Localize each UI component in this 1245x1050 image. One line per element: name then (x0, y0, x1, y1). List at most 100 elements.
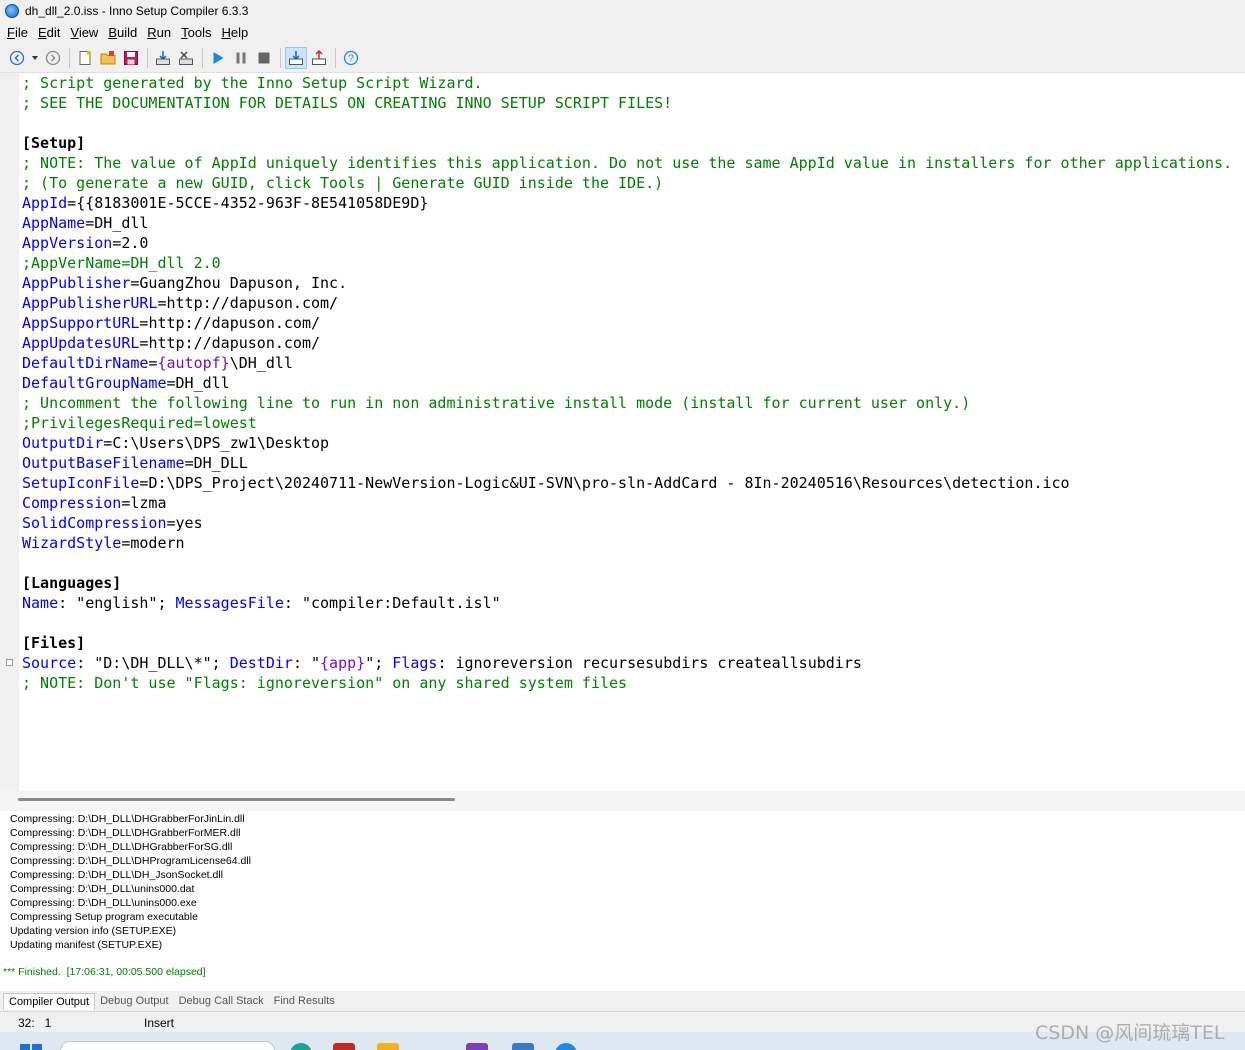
forward-icon[interactable] (42, 47, 64, 69)
fold-marker-icon[interactable] (6, 659, 13, 666)
taskbar-app-icon[interactable] (333, 1043, 355, 1050)
menu-view[interactable]: View (65, 25, 103, 40)
code-line[interactable]: ;AppVerName=DH_dll 2.0 (22, 253, 1232, 273)
code-line[interactable]: DefaultGroupName=DH_dll (22, 373, 1232, 393)
tab-compiler-output[interactable]: Compiler Output (3, 992, 96, 1010)
tab-debug-call-stack[interactable]: Debug Call Stack (174, 993, 269, 1009)
pause-icon[interactable] (230, 47, 252, 69)
code-line[interactable]: [Files] (22, 633, 1232, 653)
output-line: Compressing: D:\DH_DLL\unins000.dat (10, 883, 195, 895)
code-line[interactable]: [Setup] (22, 133, 1232, 153)
code-line[interactable]: ; NOTE: Don't use "Flags: ignoreversion"… (22, 673, 1232, 693)
code-line[interactable]: WizardStyle=modern (22, 533, 1232, 553)
code-token-cmt: ;AppVerName=DH_dll 2.0 (22, 254, 221, 272)
window-title: dh_dll_2.0.iss - Inno Setup Compiler 6.3… (25, 4, 249, 18)
code-line[interactable]: SolidCompression=yes (22, 513, 1232, 533)
stop-compile-icon[interactable] (175, 47, 197, 69)
code-token-key: Flags (392, 654, 438, 672)
code-line[interactable] (22, 553, 1232, 573)
code-token-eq: = (103, 434, 113, 452)
open-folder-icon[interactable] (97, 47, 119, 69)
save-icon[interactable] (120, 47, 142, 69)
code-token-val: "english" (76, 594, 158, 612)
code-token-key: SolidCompression (22, 514, 167, 532)
code-line[interactable]: OutputDir=C:\Users\DPS_zw1\Desktop (22, 433, 1232, 453)
tab-debug-output[interactable]: Debug Output (95, 993, 174, 1009)
target-setup-icon[interactable] (285, 46, 307, 69)
code-token-sec: [Setup] (22, 134, 86, 152)
taskbar-app-icon[interactable] (466, 1043, 488, 1050)
code-line[interactable]: ; SEE THE DOCUMENTATION FOR DETAILS ON C… (22, 93, 1232, 113)
code-token-const: {autopf} (157, 354, 230, 372)
code-line[interactable]: AppId={{8183001E-5CCE-4352-963F-8E541058… (22, 193, 1232, 213)
code-line[interactable]: AppSupportURL=http://dapuson.com/ (22, 313, 1232, 333)
code-lines[interactable]: ; Script generated by the Inno Setup Scr… (22, 73, 1232, 693)
stop-icon[interactable] (253, 47, 275, 69)
code-token-val: 2.0 (121, 234, 149, 252)
toolbar-separator (202, 47, 203, 68)
code-line[interactable]: Compression=lzma (22, 493, 1232, 513)
tab-find-results[interactable]: Find Results (269, 993, 340, 1009)
dropdown-icon[interactable] (29, 47, 41, 69)
code-line[interactable]: ; Script generated by the Inno Setup Scr… (22, 73, 1232, 93)
code-line[interactable] (22, 113, 1232, 133)
code-token-eq: ; (211, 654, 230, 672)
code-token-val: "D:\DH_DLL\*" (94, 654, 212, 672)
code-token-val: http://dapuson.com/ (166, 294, 339, 312)
code-token-eq: = (166, 374, 176, 392)
code-token-val: {{8183001E-5CCE-4352-963F-8E541058DE9D} (76, 194, 429, 212)
help-icon[interactable]: ? (340, 47, 362, 69)
code-token-val: " (311, 654, 321, 672)
code-token-val: lzma (130, 494, 167, 512)
target-uninstall-icon[interactable] (308, 47, 330, 69)
windows-start-icon[interactable] (20, 1044, 42, 1050)
code-line[interactable]: ; (To generate a new GUID, click Tools |… (22, 173, 1232, 193)
code-line[interactable]: AppPublisherURL=http://dapuson.com/ (22, 293, 1232, 313)
code-line[interactable]: [Languages] (22, 573, 1232, 593)
code-line[interactable]: AppPublisher=GuangZhou Dapuson, Inc. (22, 273, 1232, 293)
code-token-val: yes (175, 514, 203, 532)
code-token-sec: [Languages] (22, 574, 122, 592)
code-token-cmt: ; (To generate a new GUID, click Tools |… (22, 174, 664, 192)
code-line[interactable]: ;PrivilegesRequired=lowest (22, 413, 1232, 433)
new-file-icon[interactable] (74, 47, 96, 69)
code-line[interactable] (22, 613, 1232, 633)
taskbar-app-icon[interactable] (290, 1043, 312, 1050)
menu-run[interactable]: Run (142, 25, 176, 40)
code-line[interactable]: DefaultDirName={autopf}\DH_dll (22, 353, 1232, 373)
run-icon[interactable] (207, 47, 229, 69)
code-line[interactable]: ; NOTE: The value of AppId uniquely iden… (22, 153, 1232, 173)
code-line[interactable]: AppUpdatesURL=http://dapuson.com/ (22, 333, 1232, 353)
code-token-const: {app} (320, 654, 366, 672)
taskbar-search-input[interactable] (60, 1041, 275, 1050)
toolbar-separator (69, 47, 70, 68)
menu-edit[interactable]: Edit (33, 25, 65, 40)
code-line[interactable]: AppVersion=2.0 (22, 233, 1232, 253)
scrollbar-thumb[interactable] (18, 798, 455, 801)
toolbar-separator (147, 47, 148, 68)
code-line[interactable]: Source: "D:\DH_DLL\*"; DestDir: "{app}";… (22, 653, 1232, 673)
code-token-cmt: ; NOTE: Don't use "Flags: ignoreversion"… (22, 674, 628, 692)
menu-tools[interactable]: Tools (176, 25, 216, 40)
code-token-val: D:\DPS_Project\20240711-NewVersion-Logic… (148, 474, 1070, 492)
compile-icon[interactable] (152, 47, 174, 69)
code-line[interactable]: AppName=DH_dll (22, 213, 1232, 233)
output-line: Updating version info (SETUP.EXE) (10, 925, 177, 937)
horizontal-scrollbar[interactable] (0, 791, 1245, 811)
script-editor[interactable]: ; Script generated by the Inno Setup Scr… (0, 73, 1245, 791)
code-token-eq: : (437, 654, 456, 672)
back-icon[interactable] (6, 47, 28, 69)
code-token-key: AppPublisher (22, 274, 131, 292)
code-line[interactable]: Name: "english"; MessagesFile: "compiler… (22, 593, 1232, 613)
menu-file[interactable]: File (2, 25, 33, 40)
taskbar-app-icon[interactable] (512, 1043, 534, 1050)
code-token-eq: = (166, 514, 176, 532)
taskbar-app-icon[interactable] (555, 1043, 577, 1050)
menu-build[interactable]: Build (103, 25, 142, 40)
code-line[interactable]: SetupIconFile=D:\DPS_Project\20240711-Ne… (22, 473, 1232, 493)
output-line: Compressing: D:\DH_DLL\DHGrabberForMER.d… (10, 827, 241, 839)
menu-help[interactable]: Help (216, 25, 253, 40)
taskbar-folder-icon[interactable] (377, 1043, 399, 1050)
code-line[interactable]: OutputBaseFilename=DH_DLL (22, 453, 1232, 473)
code-line[interactable]: ; Uncomment the following line to run in… (22, 393, 1232, 413)
